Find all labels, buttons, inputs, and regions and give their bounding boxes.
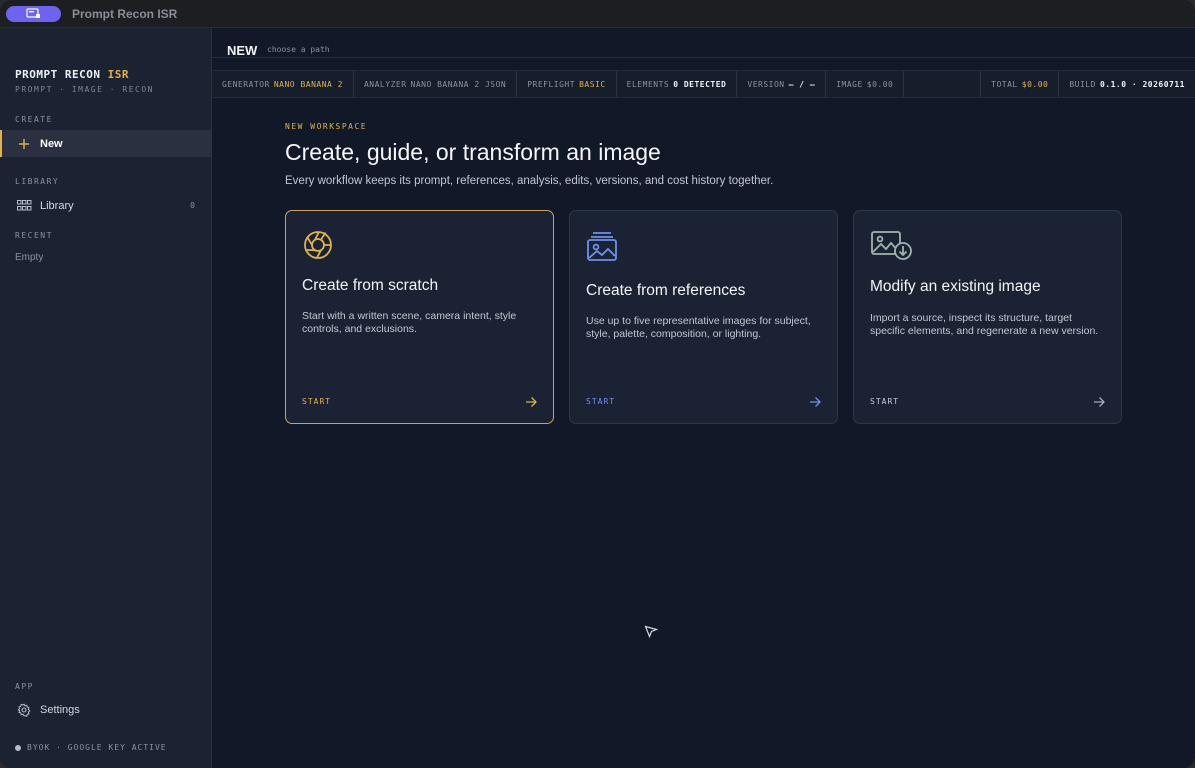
section-label-app: APP <box>15 682 34 691</box>
monitor-icon <box>26 8 40 18</box>
stat-value: $0.00 <box>866 79 894 89</box>
section-label-recent: RECENT <box>15 231 53 240</box>
stat-value: NANO BANANA 2 JSON <box>410 79 507 89</box>
stat-elements: ELEMENTS 0 DETECTED <box>617 71 738 97</box>
stat-label: TOTAL <box>991 79 1018 89</box>
aperture-icon <box>302 229 334 266</box>
card-create-from-references[interactable]: Create from references Use up to five re… <box>569 210 838 424</box>
stat-generator: GENERATOR NANO BANANA 2 <box>212 71 354 97</box>
start-link[interactable]: START <box>586 397 615 406</box>
grid-icon <box>16 198 32 214</box>
stat-value: BASIC <box>579 79 606 89</box>
stat-version: VERSION – / – <box>737 71 827 97</box>
stat-image-cost: IMAGE $0.00 <box>826 71 905 97</box>
arrow-right-icon <box>1093 395 1105 413</box>
main-content: NEW choose a path GENERATOR NANO BANANA … <box>212 28 1195 768</box>
hero-title: Create, guide, or transform an image <box>285 139 661 165</box>
card-title: Create from scratch <box>302 277 439 294</box>
page-title: NEW <box>227 43 258 58</box>
card-description: Start with a written scene, camera inten… <box>302 310 517 335</box>
app-switcher-button[interactable] <box>6 6 61 22</box>
card-description: Import a source, inspect its structure, … <box>870 312 1099 337</box>
status-dot-icon <box>15 744 21 751</box>
card-title: Modify an existing image <box>870 278 1041 295</box>
stat-value: $0.00 <box>1021 79 1049 89</box>
arrow-right-icon <box>525 395 537 413</box>
plus-icon <box>16 136 32 152</box>
gear-icon <box>16 702 32 718</box>
stat-total-cost: TOTAL $0.00 <box>981 71 1060 97</box>
section-label-library: LIBRARY <box>15 177 60 186</box>
image-stack-icon <box>586 229 618 268</box>
arrow-right-icon <box>809 395 821 413</box>
card-title: Create from references <box>586 282 746 299</box>
sidebar-item-label: New <box>40 137 63 150</box>
brand-accent: ISR <box>107 68 129 81</box>
page-subtitle: choose a path <box>267 45 330 54</box>
stat-label: ANALYZER <box>363 79 407 89</box>
library-count: 0 <box>190 201 195 210</box>
title-bar: Prompt Recon ISR <box>0 0 1195 28</box>
recent-empty-text: Empty <box>15 252 44 263</box>
app-window: Prompt Recon ISR PROMPT RECON ISR PROMPT… <box>0 0 1195 768</box>
stat-label: IMAGE <box>836 79 863 89</box>
mouse-cursor-icon <box>644 625 659 644</box>
sidebar-item-new[interactable]: New <box>0 130 211 157</box>
api-key-status: BYOK · GOOGLE KEY ACTIVE <box>15 743 167 752</box>
image-download-icon <box>870 229 914 266</box>
sidebar: PROMPT RECON ISR PROMPT · IMAGE · RECON … <box>0 28 212 768</box>
hero-subtitle: Every workflow keeps its prompt, referen… <box>285 175 774 187</box>
page-header: NEW choose a path <box>212 28 1195 58</box>
stat-value: 0.1.0 · 20260711 <box>1099 79 1185 89</box>
status-bar: GENERATOR NANO BANANA 2 ANALYZER NANO BA… <box>212 70 1195 98</box>
status-spacer <box>904 71 982 97</box>
api-key-status-text: BYOK · GOOGLE KEY ACTIVE <box>27 743 167 752</box>
card-modify-existing-image[interactable]: Modify an existing image Import a source… <box>853 210 1122 424</box>
stat-label: BUILD <box>1069 79 1096 89</box>
stat-label: GENERATOR <box>222 79 270 89</box>
stat-value: 0 DETECTED <box>673 79 727 89</box>
stat-value: – / – <box>788 79 816 89</box>
start-link[interactable]: START <box>302 397 331 406</box>
sidebar-item-library[interactable]: Library 0 <box>0 192 211 219</box>
window-title: Prompt Recon ISR <box>72 7 178 21</box>
stat-analyzer: ANALYZER NANO BANANA 2 JSON <box>354 71 518 97</box>
brand-name: PROMPT RECON <box>15 68 101 81</box>
sidebar-item-label: Settings <box>40 703 80 716</box>
stat-value: NANO BANANA 2 <box>273 79 343 89</box>
stat-label: PREFLIGHT <box>527 79 576 89</box>
brand-tagline: PROMPT · IMAGE · RECON <box>15 85 154 94</box>
sidebar-item-label: Library <box>40 199 74 212</box>
start-link[interactable]: START <box>870 397 899 406</box>
section-eyebrow: NEW WORKSPACE <box>285 122 368 131</box>
stat-build: BUILD 0.1.0 · 20260711 <box>1059 71 1195 97</box>
section-label-create: CREATE <box>15 115 53 124</box>
sidebar-item-settings[interactable]: Settings <box>0 696 211 723</box>
card-create-from-scratch[interactable]: Create from scratch Start with a written… <box>285 210 554 424</box>
card-description: Use up to five representative images for… <box>586 315 811 340</box>
stat-preflight: PREFLIGHT BASIC <box>517 71 617 97</box>
brand-logo: PROMPT RECON ISR <box>15 68 129 81</box>
stat-label: ELEMENTS <box>626 79 670 89</box>
stat-label: VERSION <box>747 79 785 89</box>
